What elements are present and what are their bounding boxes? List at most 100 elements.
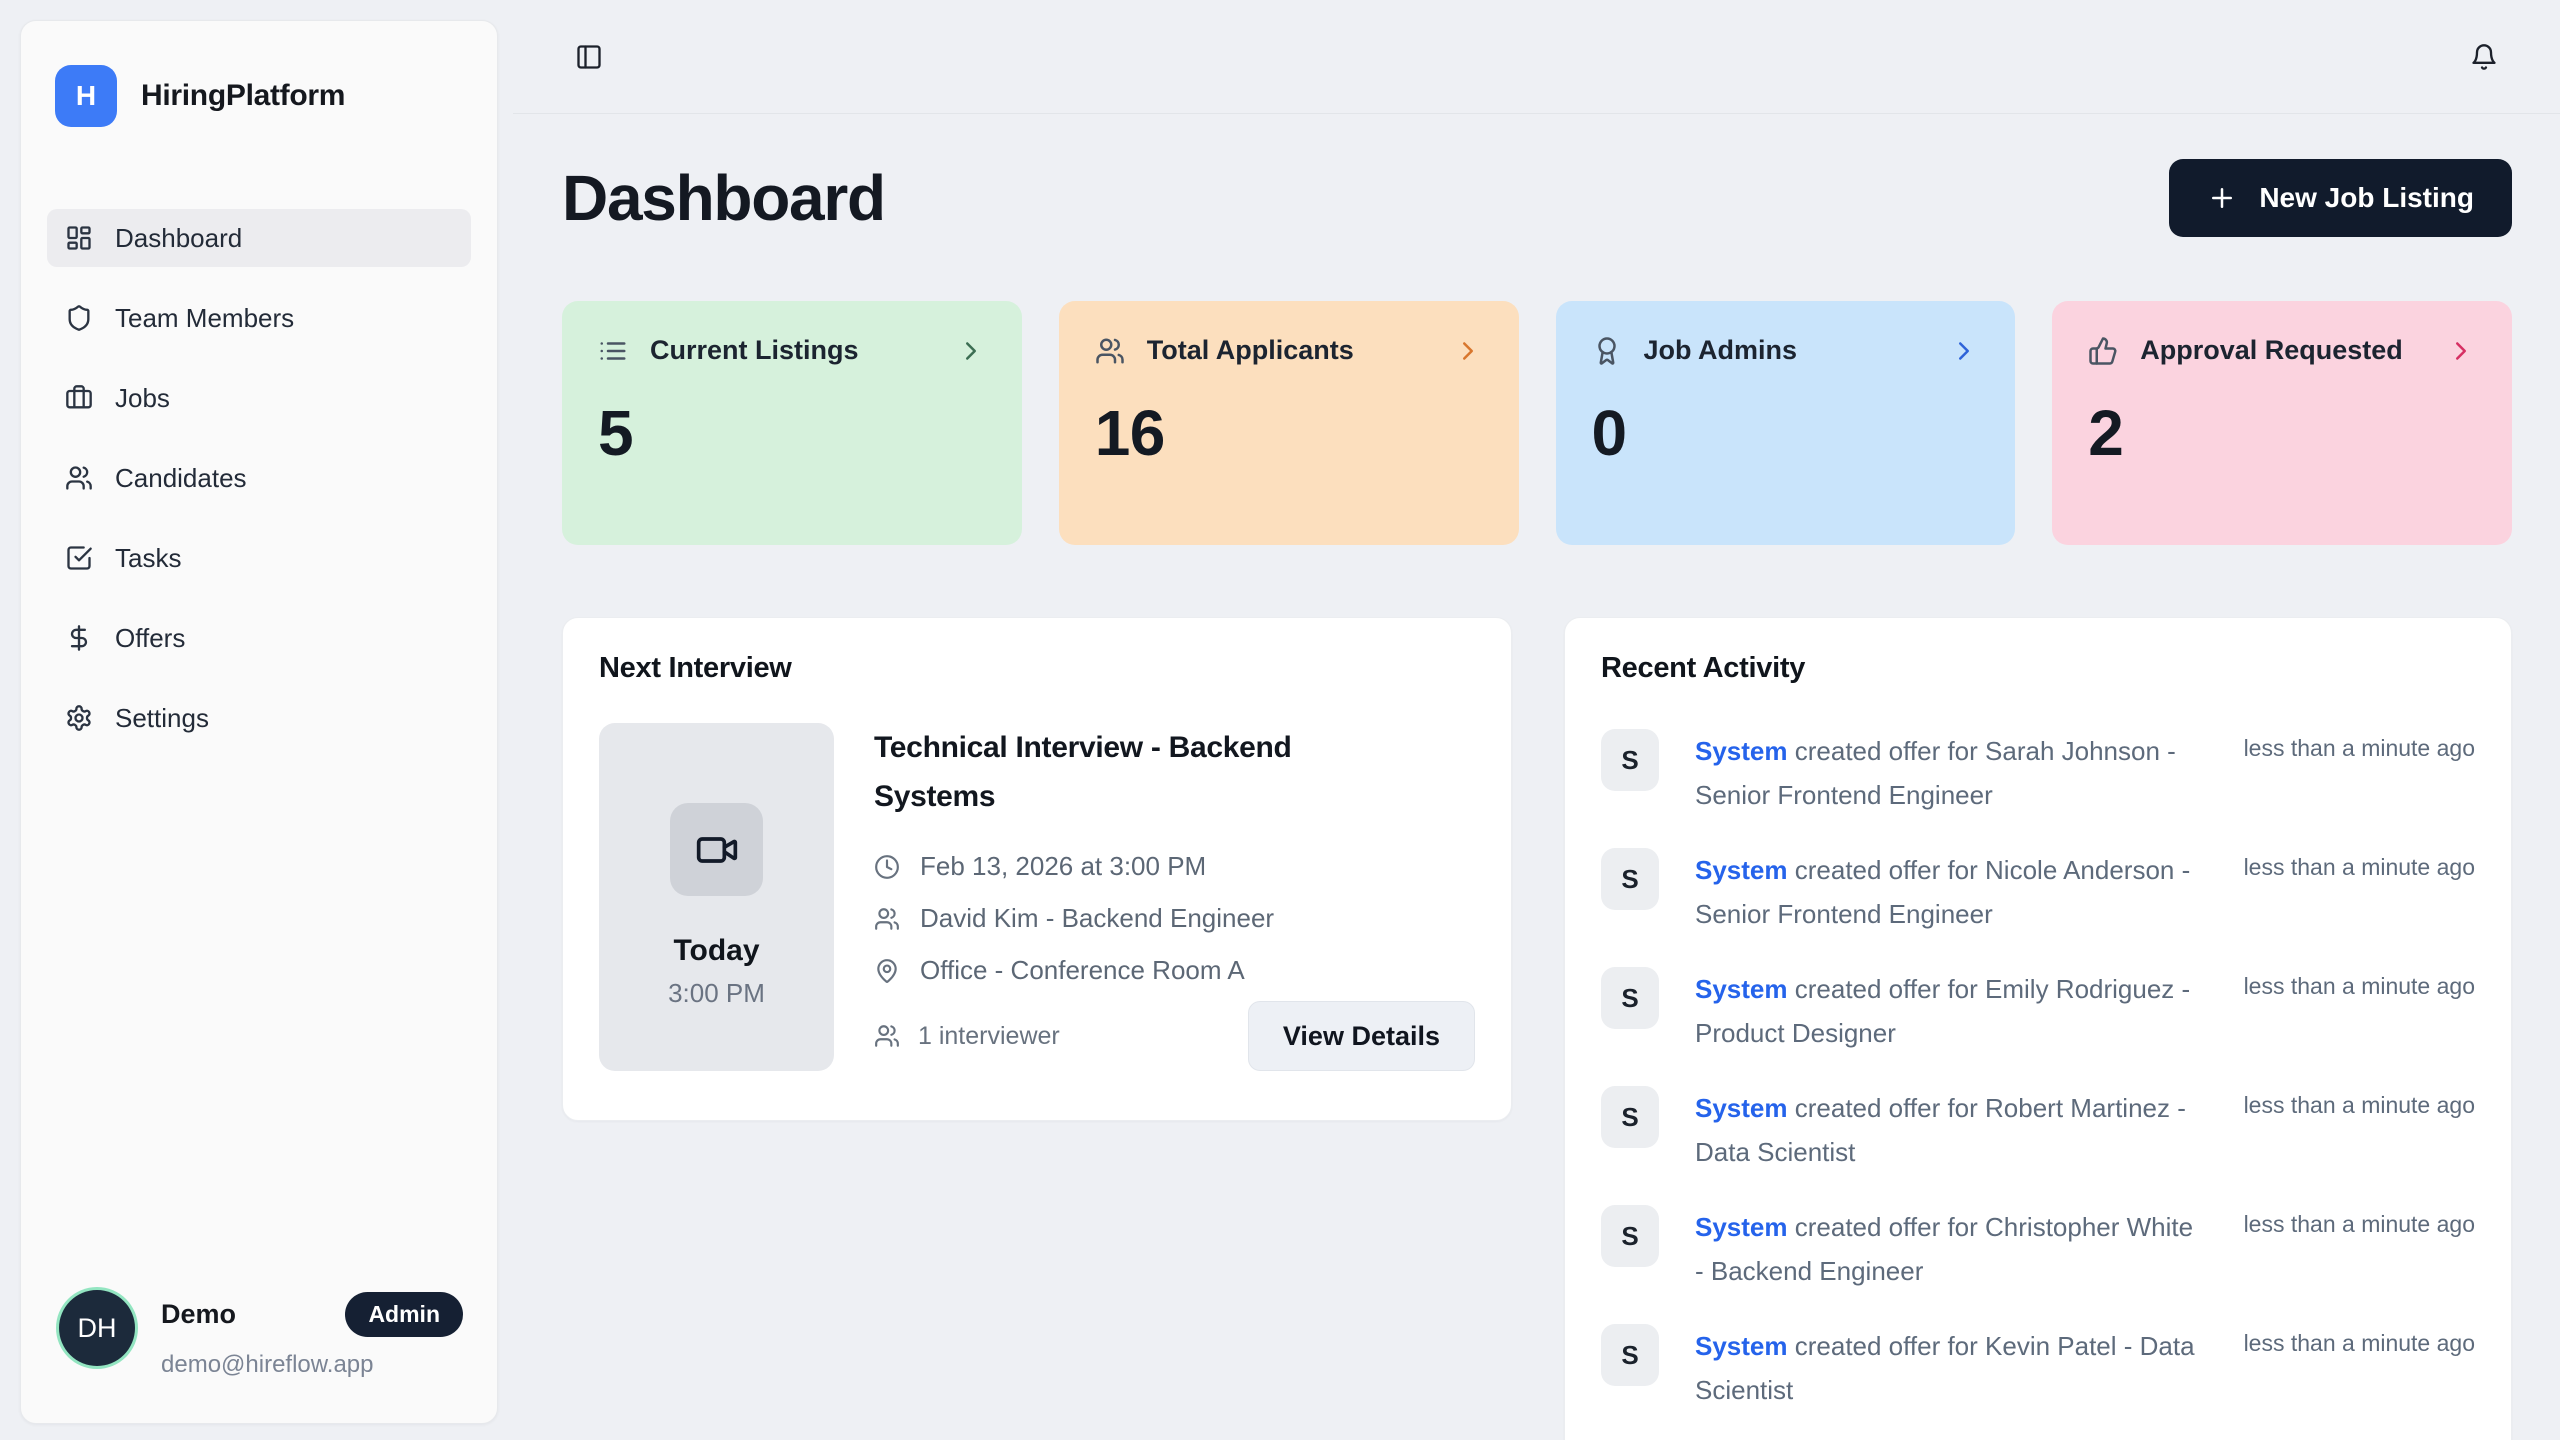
chevron-right-icon xyxy=(1453,336,1483,366)
interview-location: Office - Conference Room A xyxy=(920,955,1245,986)
sidebar-item-label: Jobs xyxy=(115,383,170,414)
sidebar-item-label: Candidates xyxy=(115,463,247,494)
interview-candidate: David Kim - Backend Engineer xyxy=(920,903,1274,934)
sidebar-item-jobs[interactable]: Jobs xyxy=(47,369,471,427)
stat-value: 2 xyxy=(2088,396,2476,470)
interview-location-row: Office - Conference Room A xyxy=(874,955,1475,986)
stat-label: Job Admins xyxy=(1644,335,1798,366)
interview-candidate-row: David Kim - Backend Engineer xyxy=(874,903,1475,934)
activity-actor[interactable]: System xyxy=(1695,855,1788,885)
activity-item: S System created offer for Emily Rodrigu… xyxy=(1601,967,2475,1055)
users-icon xyxy=(874,906,900,932)
stats-row: Current Listings 5 Total Applicants 16 J… xyxy=(562,301,2512,545)
interviewer-count: 1 interviewer xyxy=(874,1022,1060,1051)
interview-datetime-row: Feb 13, 2026 at 3:00 PM xyxy=(874,851,1475,882)
app-name: HiringPlatform xyxy=(141,79,345,113)
stat-label: Total Applicants xyxy=(1147,335,1354,366)
activity-actor[interactable]: System xyxy=(1695,974,1788,1004)
layout-dashboard-icon xyxy=(65,224,93,252)
stat-label: Current Listings xyxy=(650,335,859,366)
chevron-right-icon xyxy=(2446,336,2476,366)
stat-value: 5 xyxy=(598,396,986,470)
interview-time: 3:00 PM xyxy=(668,978,765,1009)
sidebar-item-label: Offers xyxy=(115,623,185,654)
user-name: Demo xyxy=(161,1299,236,1330)
stat-value: 16 xyxy=(1095,396,1483,470)
chevron-right-icon xyxy=(1949,336,1979,366)
sidebar-item-label: Settings xyxy=(115,703,209,734)
activity-actor[interactable]: System xyxy=(1695,736,1788,766)
topbar xyxy=(513,0,2560,114)
plus-icon xyxy=(2207,183,2237,213)
activity-timestamp: less than a minute ago xyxy=(2244,729,2475,762)
bell-icon[interactable] xyxy=(2470,43,2498,71)
shield-icon xyxy=(65,304,93,332)
list-icon xyxy=(598,336,628,366)
users-icon xyxy=(1095,336,1125,366)
sidebar: H HiringPlatform Dashboard Team Members … xyxy=(20,20,498,1424)
settings-icon xyxy=(65,704,93,732)
map-pin-icon xyxy=(874,958,900,984)
recent-activity-panel: Recent Activity S System created offer f… xyxy=(1564,617,2512,1440)
sidebar-item-label: Tasks xyxy=(115,543,181,574)
stat-value: 0 xyxy=(1592,396,1980,470)
activity-avatar: S xyxy=(1601,1324,1659,1386)
activity-actor[interactable]: System xyxy=(1695,1331,1788,1361)
activity-avatar: S xyxy=(1601,848,1659,910)
interview-date-tile: Today 3:00 PM xyxy=(599,723,834,1071)
stat-card-current-listings[interactable]: Current Listings 5 xyxy=(562,301,1022,545)
view-details-button[interactable]: View Details xyxy=(1248,1001,1475,1071)
stat-label: Approval Requested xyxy=(2140,335,2403,366)
activity-actor[interactable]: System xyxy=(1695,1093,1788,1123)
interview-title: Technical Interview - Backend Systems xyxy=(874,723,1354,821)
activity-timestamp: less than a minute ago xyxy=(2244,848,2475,881)
briefcase-icon xyxy=(65,384,93,412)
thumbs-up-icon xyxy=(2088,336,2118,366)
sidebar-item-offers[interactable]: Offers xyxy=(47,609,471,667)
app-brand: H HiringPlatform xyxy=(21,21,497,127)
activity-item: S System created offer for Robert Martin… xyxy=(1601,1086,2475,1174)
sidebar-item-label: Dashboard xyxy=(115,223,242,254)
activity-timestamp: less than a minute ago xyxy=(2244,967,2475,1000)
activity-item: S System created offer for Christopher W… xyxy=(1601,1205,2475,1293)
page-title: Dashboard xyxy=(562,161,885,235)
activity-avatar: S xyxy=(1601,1205,1659,1267)
stat-card-approval-requested[interactable]: Approval Requested 2 xyxy=(2052,301,2512,545)
users-icon xyxy=(65,464,93,492)
activity-timestamp: less than a minute ago xyxy=(2244,1086,2475,1119)
avatar: DH xyxy=(59,1290,135,1366)
user-email: demo@hireflow.app xyxy=(161,1351,463,1379)
sidebar-user[interactable]: DH Demo Admin demo@hireflow.app xyxy=(21,1290,497,1423)
video-icon xyxy=(695,828,739,872)
interview-day: Today xyxy=(673,934,759,968)
dollar-sign-icon xyxy=(65,624,93,652)
main-content: Dashboard New Job Listing Current Listin… xyxy=(513,115,2560,1440)
chevron-right-icon xyxy=(956,336,986,366)
activity-avatar: S xyxy=(1601,967,1659,1029)
activity-timestamp: less than a minute ago xyxy=(2244,1205,2475,1238)
role-badge: Admin xyxy=(345,1292,463,1337)
sidebar-toggle-icon[interactable] xyxy=(575,43,603,71)
sidebar-item-tasks[interactable]: Tasks xyxy=(47,529,471,587)
activity-actor[interactable]: System xyxy=(1695,1212,1788,1242)
activity-item: S System created offer for Kevin Patel -… xyxy=(1601,1324,2475,1412)
interview-datetime: Feb 13, 2026 at 3:00 PM xyxy=(920,851,1206,882)
users-icon xyxy=(874,1023,900,1049)
next-interview-panel: Next Interview Today 3:00 PM Technical I… xyxy=(562,617,1512,1121)
stat-card-total-applicants[interactable]: Total Applicants 16 xyxy=(1059,301,1519,545)
sidebar-item-team-members[interactable]: Team Members xyxy=(47,289,471,347)
sidebar-item-label: Team Members xyxy=(115,303,294,334)
stat-card-job-admins[interactable]: Job Admins 0 xyxy=(1556,301,2016,545)
next-interview-title: Next Interview xyxy=(599,652,1475,685)
sidebar-item-dashboard[interactable]: Dashboard xyxy=(47,209,471,267)
app-logo: H xyxy=(55,65,117,127)
activity-list: S System created offer for Sarah Johnson… xyxy=(1601,729,2475,1412)
recent-activity-title: Recent Activity xyxy=(1601,652,2475,685)
new-job-listing-button[interactable]: New Job Listing xyxy=(2169,159,2512,237)
activity-timestamp: less than a minute ago xyxy=(2244,1324,2475,1357)
new-job-listing-label: New Job Listing xyxy=(2259,182,2474,214)
activity-avatar: S xyxy=(1601,729,1659,791)
sidebar-item-candidates[interactable]: Candidates xyxy=(47,449,471,507)
activity-item: S System created offer for Nicole Anders… xyxy=(1601,848,2475,936)
sidebar-item-settings[interactable]: Settings xyxy=(47,689,471,747)
